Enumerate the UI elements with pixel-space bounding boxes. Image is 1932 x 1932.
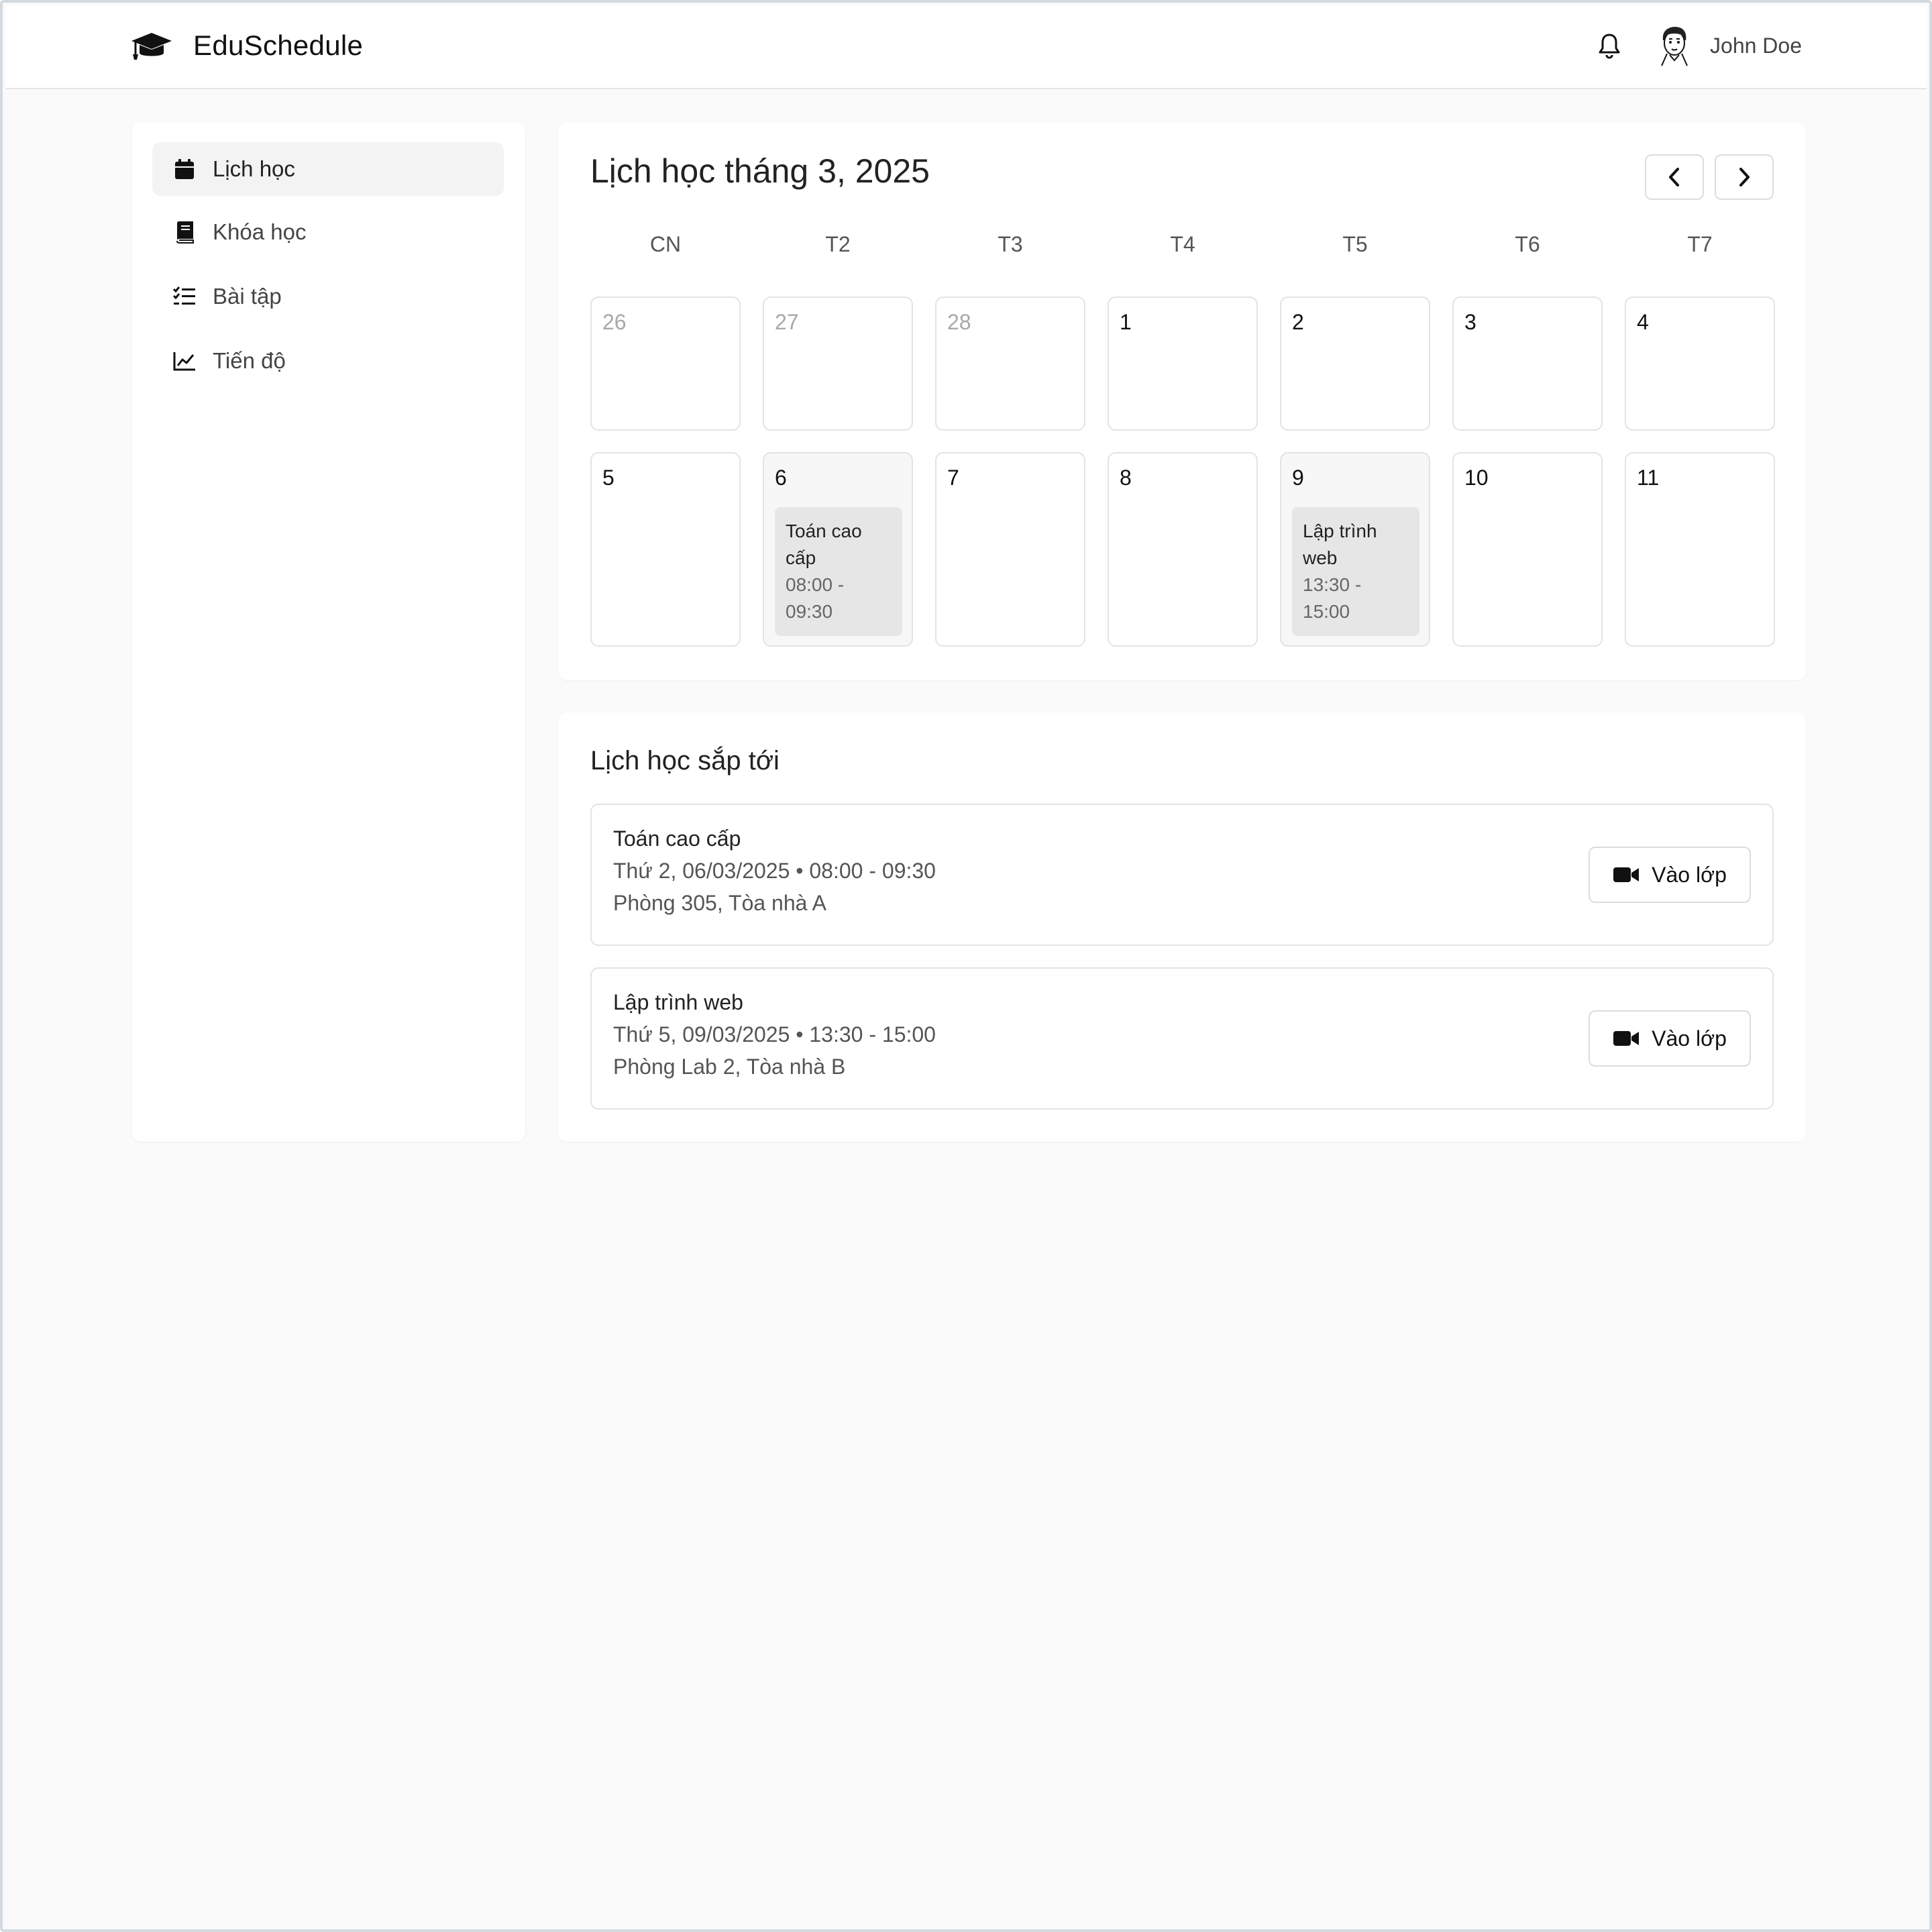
top-header: EduSchedule John Doe <box>5 5 1927 89</box>
day-cell[interactable]: 10 <box>1452 452 1603 647</box>
day-cell[interactable]: 8 <box>1108 452 1258 647</box>
sidebar-item-label: Bài tập <box>213 284 282 309</box>
weekday-header: T5 <box>1342 232 1368 256</box>
sidebar-item-progress[interactable]: Tiến độ <box>152 334 504 388</box>
upcoming-datetime: Thứ 5, 09/03/2025 • 13:30 - 15:00 <box>613 1022 936 1046</box>
day-cell[interactable]: 1 <box>1108 297 1258 431</box>
day-number: 5 <box>602 466 614 490</box>
sidebar-item-courses[interactable]: Khóa học <box>152 205 504 259</box>
weekday-header: T4 <box>1170 232 1195 256</box>
day-cell[interactable]: 11 <box>1625 452 1775 647</box>
avatar[interactable] <box>1655 24 1694 67</box>
calendar-icon <box>172 157 197 181</box>
join-class-label: Vào lớp <box>1652 862 1727 887</box>
upcoming-card: Lịch học sắp tới Toán cao cấp Thứ 2, 06/… <box>558 712 1806 1142</box>
header-actions: John Doe <box>1595 5 1802 86</box>
sidebar-item-label: Khóa học <box>213 219 307 244</box>
upcoming-course: Toán cao cấp <box>613 826 741 851</box>
day-number: 7 <box>947 466 959 490</box>
day-cell[interactable]: 2 <box>1280 297 1430 431</box>
sidebar-item-label: Tiến độ <box>213 348 286 373</box>
upcoming-datetime: Thứ 2, 06/03/2025 • 08:00 - 09:30 <box>613 859 936 883</box>
calendar-card: Lịch học tháng 3, 2025 CN T2 T3 T4 T5 T6… <box>558 122 1806 680</box>
chevron-right-icon <box>1739 168 1750 186</box>
join-class-label: Vào lớp <box>1652 1026 1727 1051</box>
weekday-header: T7 <box>1687 232 1713 256</box>
join-class-button[interactable]: Vào lớp <box>1589 1010 1751 1067</box>
next-month-button[interactable] <box>1715 154 1774 200</box>
upcoming-item: Toán cao cấp Thứ 2, 06/03/2025 • 08:00 -… <box>590 804 1774 946</box>
upcoming-item: Lập trình web Thứ 5, 09/03/2025 • 13:30 … <box>590 967 1774 1110</box>
sidebar-item-assignments[interactable]: Bài tập <box>152 270 504 323</box>
day-cell[interactable]: 4 <box>1625 297 1775 431</box>
chart-line-icon <box>172 349 197 373</box>
day-number: 27 <box>775 310 799 334</box>
app-window: EduSchedule John Doe Lịch học Khóa học B… <box>0 0 1932 1932</box>
day-number: 26 <box>602 310 627 334</box>
day-number: 10 <box>1464 466 1489 490</box>
day-number: 4 <box>1637 310 1649 334</box>
day-cell[interactable]: 26 <box>590 297 741 431</box>
day-cell[interactable]: 28 <box>935 297 1085 431</box>
calendar-event[interactable]: Toán cao cấp 08:00 - 09:30 <box>775 507 902 636</box>
day-number: 6 <box>775 466 787 490</box>
graduation-cap-icon <box>131 33 172 60</box>
weekday-header: T6 <box>1515 232 1540 256</box>
join-class-button[interactable]: Vào lớp <box>1589 847 1751 903</box>
sidebar: Lịch học Khóa học Bài tập Tiến độ <box>132 122 525 1142</box>
day-cell[interactable]: 9 Lập trình web 13:30 - 15:00 <box>1280 452 1430 647</box>
sidebar-item-label: Lịch học <box>213 156 295 181</box>
day-number: 11 <box>1637 466 1660 490</box>
day-number: 28 <box>947 310 971 334</box>
chevron-left-icon <box>1669 168 1679 186</box>
bell-icon[interactable] <box>1595 31 1624 60</box>
day-number: 9 <box>1292 466 1304 490</box>
day-number: 1 <box>1120 310 1132 334</box>
event-time: 08:00 - 09:30 <box>786 574 845 622</box>
upcoming-location: Phòng Lab 2, Tòa nhà B <box>613 1055 846 1079</box>
day-cell[interactable]: 3 <box>1452 297 1603 431</box>
weekday-header: T2 <box>825 232 851 256</box>
checklist-icon <box>172 284 197 309</box>
video-camera-icon <box>1613 1031 1640 1046</box>
event-title: Lập trình web <box>1303 521 1377 568</box>
app-name: EduSchedule <box>193 30 364 61</box>
video-camera-icon <box>1613 867 1640 882</box>
prev-month-button[interactable] <box>1645 154 1704 200</box>
weekday-header: T3 <box>998 232 1023 256</box>
day-cell[interactable]: 27 <box>763 297 913 431</box>
book-icon <box>172 220 197 244</box>
day-cell[interactable]: 6 Toán cao cấp 08:00 - 09:30 <box>763 452 913 647</box>
upcoming-title: Lịch học sắp tới <box>590 746 780 775</box>
event-time: 13:30 - 15:00 <box>1303 574 1362 622</box>
sidebar-item-schedule[interactable]: Lịch học <box>152 142 504 196</box>
upcoming-location: Phòng 305, Tòa nhà A <box>613 891 826 915</box>
user-name[interactable]: John Doe <box>1710 34 1802 58</box>
day-cell[interactable]: 7 <box>935 452 1085 647</box>
weekday-header: CN <box>649 232 682 256</box>
day-number: 8 <box>1120 466 1132 490</box>
upcoming-course: Lập trình web <box>613 990 743 1014</box>
calendar-title: Lịch học tháng 3, 2025 <box>590 152 930 190</box>
calendar-event[interactable]: Lập trình web 13:30 - 15:00 <box>1292 507 1419 636</box>
day-cell[interactable]: 5 <box>590 452 741 647</box>
day-number: 3 <box>1464 310 1477 334</box>
day-number: 2 <box>1292 310 1304 334</box>
event-title: Toán cao cấp <box>786 521 862 568</box>
brand[interactable]: EduSchedule <box>130 5 363 86</box>
